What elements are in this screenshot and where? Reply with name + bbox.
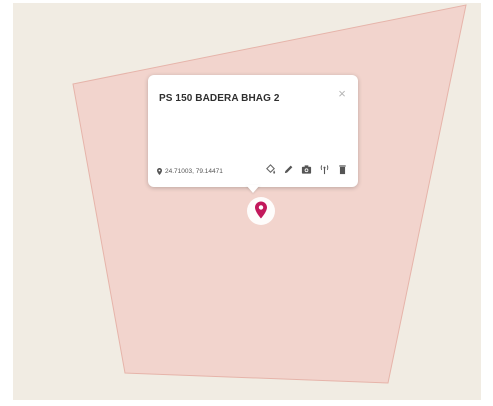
- coordinates-text: 24.71003, 79.14471: [165, 168, 223, 175]
- popup-toolbar: [265, 164, 348, 175]
- map-marker-icon[interactable]: [244, 194, 278, 228]
- camera-icon[interactable]: [301, 164, 312, 175]
- popup-pointer: [246, 185, 260, 193]
- antenna-icon[interactable]: [319, 164, 330, 175]
- map-pin-icon: [157, 168, 162, 175]
- popup-title: PS 150 BADERA BHAG 2: [159, 93, 280, 104]
- trash-icon[interactable]: [337, 164, 348, 175]
- screenshot-frame: PS 150 BADERA BHAG 2 × 24.71003, 79.1447…: [0, 0, 493, 406]
- paint-bucket-icon[interactable]: [265, 164, 276, 175]
- coordinates-row: 24.71003, 79.14471: [157, 168, 223, 175]
- info-popup: PS 150 BADERA BHAG 2 × 24.71003, 79.1447…: [148, 75, 358, 187]
- close-icon[interactable]: ×: [335, 87, 349, 101]
- pencil-icon[interactable]: [283, 164, 294, 175]
